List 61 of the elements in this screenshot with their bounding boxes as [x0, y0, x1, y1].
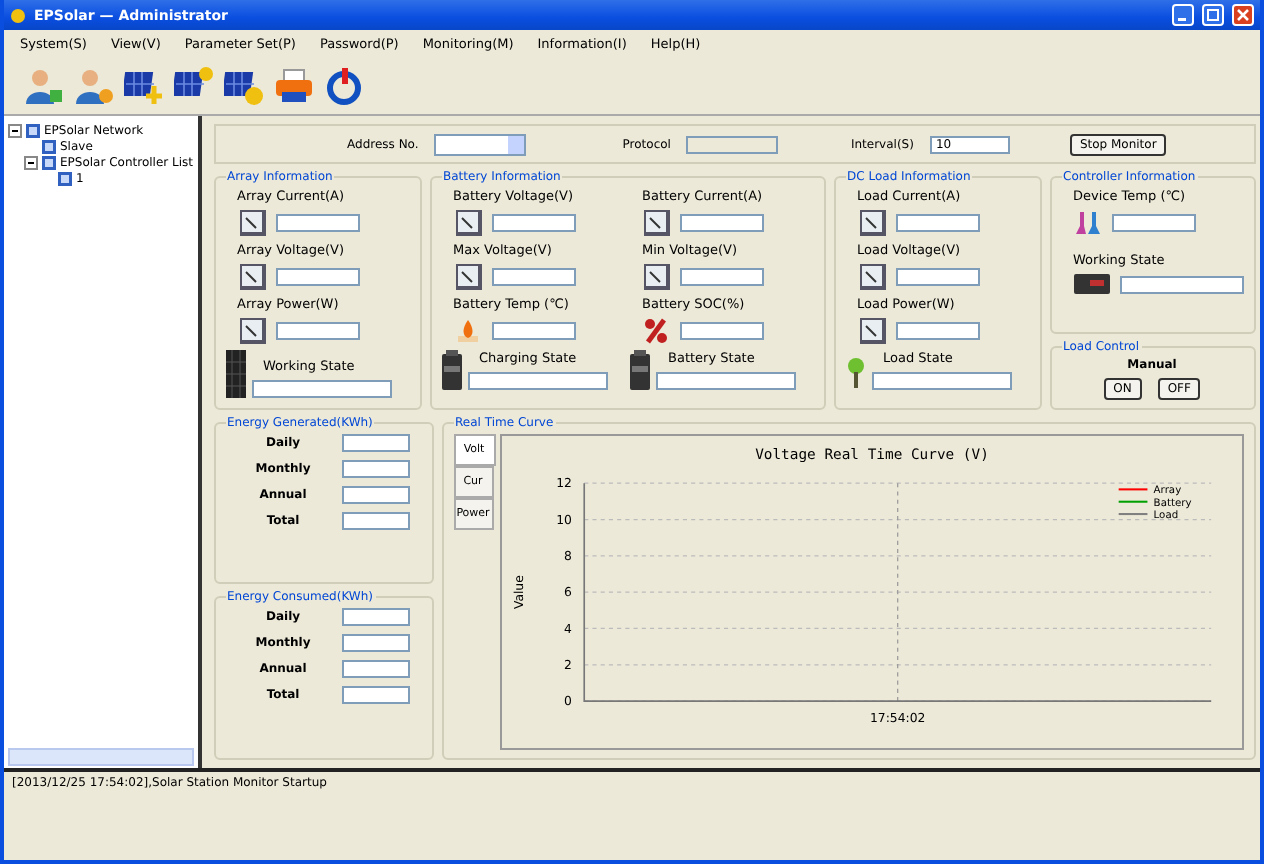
state-field[interactable] [656, 372, 797, 391]
value-field[interactable] [275, 214, 360, 233]
value-field[interactable] [341, 459, 410, 478]
close-button[interactable] [1232, 4, 1254, 26]
address-dropdown[interactable] [434, 133, 527, 156]
printer-icon[interactable] [274, 66, 314, 106]
value-field[interactable] [491, 268, 576, 287]
scrollbar[interactable] [8, 748, 194, 766]
value-field[interactable] [680, 214, 765, 233]
state-field[interactable] [251, 380, 392, 399]
device-icon [1073, 274, 1110, 295]
value-field[interactable] [491, 214, 576, 233]
value-field[interactable] [275, 322, 360, 341]
state-field[interactable] [871, 372, 1012, 391]
value-field[interactable] [895, 214, 980, 233]
gauge-icon [642, 210, 671, 237]
minimize-button[interactable] [1172, 4, 1194, 26]
maximize-icon [1206, 8, 1220, 22]
gauge-icon [453, 264, 482, 291]
value-field[interactable] [680, 322, 765, 341]
battery-icon [630, 350, 651, 391]
value-field[interactable] [341, 660, 410, 679]
battery-icon [441, 350, 462, 391]
value-field[interactable] [491, 322, 576, 341]
plant-icon [845, 354, 866, 391]
gauge-icon [857, 210, 886, 237]
flame-icon [453, 318, 482, 345]
value-field[interactable] [1111, 214, 1196, 233]
collapse-icon[interactable] [24, 155, 38, 169]
flask-icon [1073, 210, 1102, 237]
value-field[interactable] [341, 433, 410, 452]
value-field[interactable] [895, 268, 980, 287]
value-field[interactable] [341, 608, 410, 627]
protocol-field[interactable] [686, 135, 779, 154]
user-icon[interactable] [74, 66, 114, 106]
gauge-icon [453, 210, 482, 237]
solar-panel-icon [225, 350, 246, 399]
value-field[interactable] [341, 634, 410, 653]
value-field[interactable] [275, 268, 360, 287]
value-field[interactable] [341, 485, 410, 504]
value-field[interactable] [895, 322, 980, 341]
maximize-button[interactable] [1202, 4, 1224, 26]
percent-icon [642, 318, 671, 345]
user-icon[interactable] [24, 66, 64, 106]
solar-panel-icon[interactable] [124, 66, 164, 106]
gauge-icon [237, 264, 266, 291]
collapse-icon[interactable] [8, 123, 22, 137]
value-field[interactable] [680, 268, 765, 287]
value-field[interactable] [341, 511, 410, 530]
state-field[interactable] [1119, 275, 1244, 294]
close-icon [1236, 8, 1250, 22]
solar-panel-icon[interactable] [224, 66, 264, 106]
gauge-icon [642, 264, 671, 291]
gauge-icon [237, 210, 266, 237]
app-icon [10, 7, 26, 23]
gauge-icon [857, 318, 886, 345]
state-field[interactable] [467, 372, 608, 391]
value-field[interactable] [341, 686, 410, 705]
power-icon[interactable] [324, 66, 364, 106]
gauge-icon [857, 264, 886, 291]
gauge-icon [237, 318, 266, 345]
